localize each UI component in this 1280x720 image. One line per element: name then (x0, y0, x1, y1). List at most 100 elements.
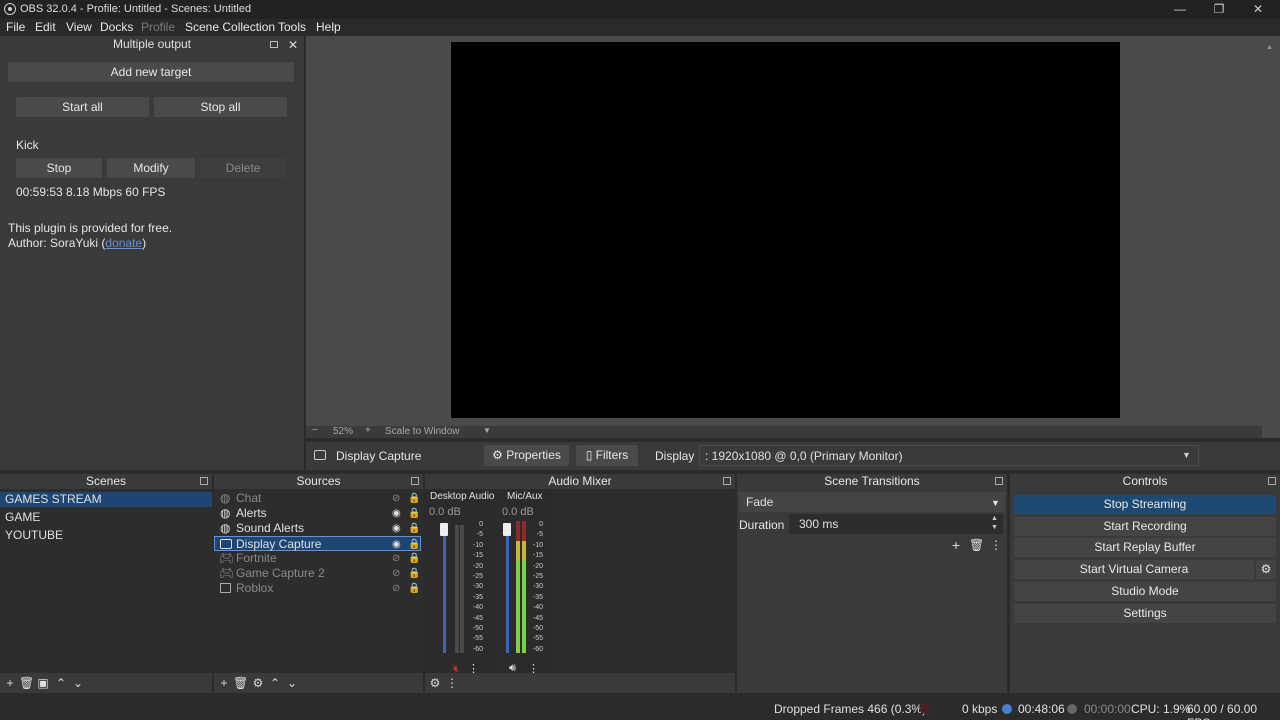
start-all-button[interactable]: Start all (16, 97, 149, 117)
scene-item[interactable]: GAMES STREAM (0, 492, 212, 507)
lock-icon[interactable]: 🔒 (408, 506, 420, 521)
scene-item[interactable]: GAME (0, 510, 212, 525)
source-item[interactable]: Roblox ⊘ 🔒 (214, 581, 423, 596)
zoom-in-button[interactable]: + (365, 425, 371, 436)
start-virtual-camera-button[interactable]: Start Virtual Camera (1014, 560, 1254, 579)
trash-icon[interactable]: 🗑 (19, 676, 34, 690)
recording-status-icon (1067, 704, 1077, 714)
volume-slider-track[interactable] (506, 525, 509, 653)
display-select[interactable]: : 1920x1080 @ 0,0 (Primary Monitor) (699, 445, 1199, 466)
scale-mode-select[interactable]: Scale to Window (385, 426, 459, 437)
scenes-title: Scenes (85, 474, 127, 488)
arrow-down-icon[interactable]: ⌄ (285, 676, 299, 690)
trash-icon[interactable]: 🗑 (233, 676, 248, 690)
scroll-up-icon[interactable]: ▲ (1266, 44, 1273, 51)
eye-hidden-icon[interactable]: ⊘ (392, 566, 400, 581)
menu-view[interactable]: View (66, 20, 92, 34)
preview-canvas[interactable] (451, 42, 1120, 418)
window-title: OBS 32.0.4 - Profile: Untitled - Scenes:… (20, 3, 252, 15)
volume-slider-handle[interactable] (440, 523, 448, 536)
volume-slider-handle[interactable] (503, 523, 511, 536)
arrow-up-icon[interactable]: ⌃ (54, 676, 68, 690)
lock-icon[interactable]: 🔒 (408, 491, 420, 506)
stop-all-button[interactable]: Stop all (154, 97, 287, 117)
menu-file[interactable]: File (6, 20, 25, 34)
float-dock-icon[interactable] (723, 477, 731, 485)
lock-icon[interactable]: 🔒 (408, 537, 420, 552)
source-item[interactable]: 🎮︎ Fortnite ⊘ 🔒 (214, 551, 423, 566)
volume-slider-track[interactable] (443, 525, 446, 653)
eye-icon[interactable]: ◉ (392, 506, 401, 521)
window-icon (220, 583, 231, 593)
chevron-down-icon[interactable]: ▼ (1182, 450, 1191, 460)
menu-scene-collection[interactable]: Scene Collection (185, 20, 275, 34)
gear-icon[interactable]: ⚙ (251, 676, 265, 690)
float-dock-icon[interactable] (1268, 477, 1276, 485)
start-recording-button[interactable]: Start Recording (1014, 517, 1276, 536)
controls-body: Stop Streaming Start Recording Start Rep… (1010, 489, 1280, 693)
more-options-icon[interactable]: ⋮ (989, 538, 1003, 552)
lock-icon[interactable]: 🔒 (408, 581, 420, 596)
bitrate: 0 kbps (962, 702, 998, 716)
source-item[interactable]: Display Capture ◉ 🔒 (214, 536, 421, 551)
gear-icon[interactable]: ⚙ (428, 676, 442, 690)
duration-input[interactable]: 300 ms (789, 514, 1003, 534)
add-icon[interactable]: + (3, 676, 17, 690)
stop-streaming-button[interactable]: Stop Streaming (1014, 495, 1276, 514)
lock-icon[interactable]: 🔒 (408, 521, 420, 536)
preview-vertical-scrollbar[interactable]: ▲ (1262, 36, 1280, 438)
filter-icon[interactable]: ▣ (36, 676, 50, 690)
db-tick: 0 (479, 521, 483, 528)
filter-icon: ▯ (585, 448, 593, 462)
menu-help[interactable]: Help (316, 20, 341, 34)
eye-icon[interactable]: ◉ (392, 521, 401, 536)
donate-link[interactable]: donate (105, 236, 142, 250)
lock-icon[interactable]: 🔒 (408, 566, 420, 581)
float-dock-icon[interactable] (200, 477, 208, 485)
menu-edit[interactable]: Edit (35, 20, 56, 34)
menu-docks[interactable]: Docks (100, 20, 133, 34)
source-item[interactable]: ◍ Chat ⊘ 🔒 (214, 491, 423, 506)
float-dock-icon[interactable] (411, 477, 419, 485)
close-dock-icon[interactable]: ✕ (288, 38, 298, 52)
maximize-button[interactable]: ❐ (1204, 2, 1234, 17)
source-item[interactable]: ◍ Alerts ◉ 🔒 (214, 506, 423, 521)
properties-button[interactable]: ⚙ Properties (484, 445, 569, 466)
duration-stepper[interactable]: ▲ ▼ (991, 514, 998, 532)
float-dock-icon[interactable] (270, 41, 278, 48)
target-modify-button[interactable]: Modify (107, 158, 195, 178)
eye-hidden-icon[interactable]: ⊘ (392, 581, 400, 596)
eye-hidden-icon[interactable]: ⊘ (392, 491, 400, 506)
menu-profile[interactable]: Profile (141, 20, 175, 34)
add-icon[interactable]: + (949, 538, 963, 552)
transition-select[interactable]: Fade (739, 492, 1005, 512)
source-item[interactable]: 🎮︎ Game Capture 2 ⊘ 🔒 (214, 566, 423, 581)
zoom-bar: − 52% + Scale to Window ▼ (306, 425, 1262, 438)
target-stop-button[interactable]: Stop (16, 158, 102, 178)
add-new-target-button[interactable]: Add new target (8, 62, 294, 82)
eye-icon[interactable]: ◉ (392, 537, 401, 552)
virtual-camera-settings-gear-icon[interactable]: ⚙ (1256, 560, 1276, 579)
filters-button[interactable]: ▯ Filters (576, 445, 638, 466)
scene-item[interactable]: YOUTUBE (0, 528, 212, 543)
settings-button[interactable]: Settings (1014, 604, 1276, 623)
minimize-button[interactable]: — (1165, 2, 1195, 17)
menu-tools[interactable]: Tools (278, 20, 306, 34)
eye-hidden-icon[interactable]: ⊘ (392, 551, 400, 566)
start-replay-buffer-button[interactable]: Start Replay Buffer (1014, 538, 1276, 557)
chevron-down-icon[interactable]: ▼ (483, 426, 491, 435)
target-delete-button[interactable]: Delete (200, 158, 286, 178)
chevron-down-icon[interactable]: ▼ (991, 498, 1000, 508)
lock-icon[interactable]: 🔒 (408, 551, 420, 566)
arrow-down-icon[interactable]: ⌄ (71, 676, 85, 690)
db-tick: -55 (472, 635, 483, 643)
trash-icon[interactable]: 🗑 (969, 538, 984, 552)
more-options-icon[interactable]: ⋮ (445, 676, 459, 690)
close-button[interactable]: ✕ (1243, 2, 1273, 17)
float-dock-icon[interactable] (995, 477, 1003, 485)
studio-mode-button[interactable]: Studio Mode (1014, 582, 1276, 601)
zoom-out-button[interactable]: − (312, 425, 318, 436)
arrow-up-icon[interactable]: ⌃ (268, 676, 282, 690)
source-item[interactable]: ◍ Sound Alerts ◉ 🔒 (214, 521, 423, 536)
add-icon[interactable]: + (217, 676, 231, 690)
